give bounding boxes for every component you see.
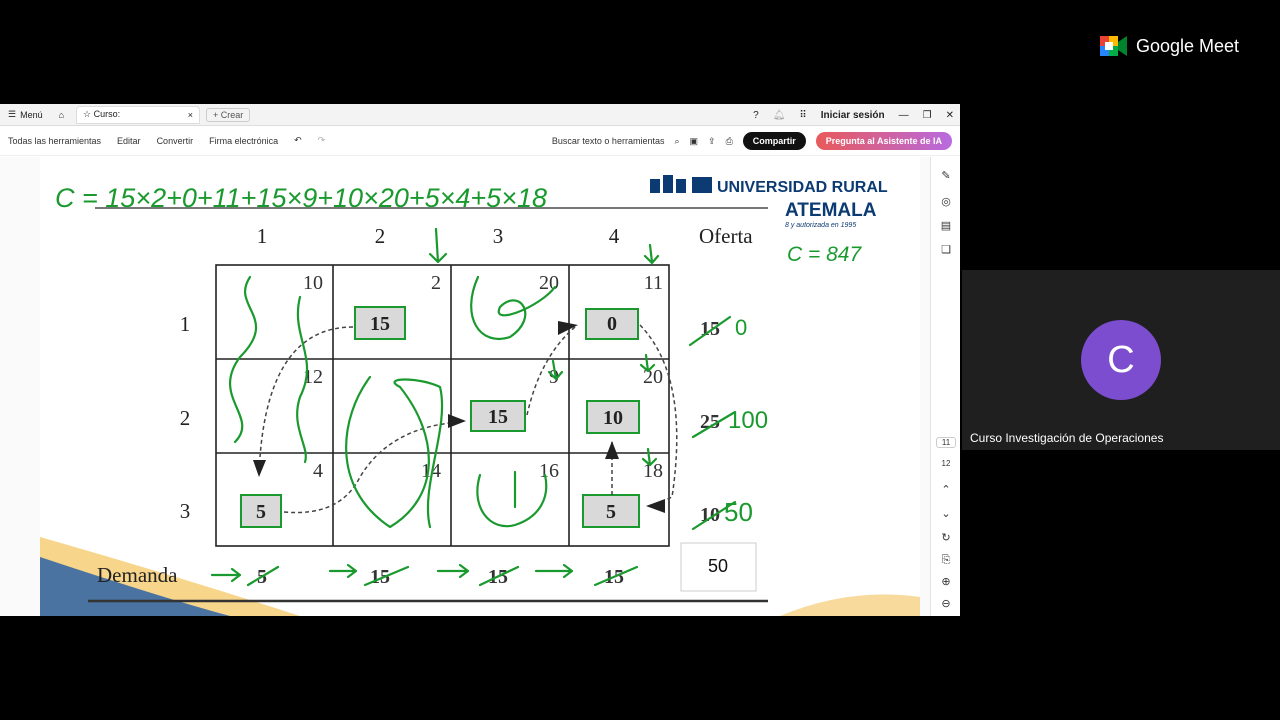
cost-cell: 10: [303, 272, 323, 294]
cost-cell: 16: [539, 460, 559, 482]
handwritten-total: C = 847: [787, 243, 862, 266]
alloc-value: 5: [256, 501, 266, 523]
cost-cell: 4: [313, 460, 323, 482]
share-button[interactable]: Compartir: [742, 132, 806, 150]
pages-icon[interactable]: ❏: [939, 243, 953, 257]
cost-cell: 11: [644, 272, 663, 294]
minimize-icon[interactable]: —: [899, 110, 909, 121]
demand-value: 15: [370, 566, 390, 588]
signin-link[interactable]: Iniciar sesión: [821, 110, 885, 121]
comment-icon[interactable]: ✎: [939, 169, 953, 183]
restore-icon[interactable]: ❐: [923, 110, 932, 121]
help-icon[interactable]: ?: [753, 110, 759, 121]
meet-camera-icon: [1100, 36, 1127, 56]
handwritten-supply: 100: [728, 407, 768, 434]
home-button[interactable]: ⌂: [51, 110, 72, 120]
home-icon: ⌂: [58, 109, 65, 120]
handwritten-supply: 50: [724, 497, 753, 527]
handwritten-supply: 0: [735, 315, 747, 340]
arrow-head: [605, 441, 619, 459]
redo-icon[interactable]: ↷: [310, 135, 334, 146]
row-header: 2: [180, 406, 191, 430]
star-icon: ☆: [83, 109, 92, 119]
tab-curso[interactable]: ☆ Curso: ×: [76, 105, 201, 124]
decor-wave-right: [780, 594, 920, 616]
row-header: 1: [180, 312, 191, 336]
document-area: UNIVERSIDAD RURAL ATEMALA 8 y autorizada…: [0, 157, 930, 616]
hamburger-icon: ☰: [8, 109, 17, 119]
arrow-head: [448, 414, 466, 428]
bookmark-icon[interactable]: ▤: [939, 219, 953, 233]
search-icon[interactable]: ⌕: [674, 136, 679, 147]
meet-logo: Google Meet: [1100, 34, 1239, 58]
meet-brand-text: Google Meet: [1136, 35, 1240, 56]
col-header: 3: [493, 224, 504, 248]
browser-tabbar: ☰ Menú ⌂ ☆ Curso: × + Crear ? 🔔︎ ⠿ Inicia…: [0, 104, 960, 126]
menu-button[interactable]: ☰ Menú: [0, 109, 51, 120]
university-name-2: ATEMALA: [785, 200, 877, 221]
close-tab-icon[interactable]: ×: [188, 110, 193, 120]
bell-icon[interactable]: 🔔︎: [773, 110, 786, 121]
oferta-header: Oferta: [699, 224, 753, 248]
save-icon[interactable]: ▣: [690, 136, 699, 147]
convert-button[interactable]: Convertir: [149, 136, 202, 146]
chevron-down-icon[interactable]: ⌄: [939, 507, 953, 521]
apps-icon[interactable]: ⠿: [799, 110, 806, 121]
col-header: 1: [257, 224, 268, 248]
cost-cell: 20: [539, 272, 559, 294]
alloc-value: 10: [603, 407, 623, 429]
upload-icon[interactable]: ⇪: [708, 136, 716, 147]
alloc-value: 5: [606, 501, 616, 523]
search-tools-field[interactable]: Buscar texto o herramientas: [552, 136, 665, 146]
refresh-icon[interactable]: ↻: [939, 531, 953, 545]
edit-button[interactable]: Editar: [109, 136, 149, 146]
undo-icon[interactable]: ↶: [286, 135, 310, 146]
university-name: UNIVERSIDAD RURAL: [717, 179, 888, 196]
col-header: 4: [609, 224, 620, 248]
print-icon[interactable]: ⎙: [726, 136, 733, 147]
shared-screen: ☰ Menú ⌂ ☆ Curso: × + Crear ? 🔔︎ ⠿ Inicia…: [0, 104, 960, 616]
new-tab-button[interactable]: + Crear: [206, 107, 251, 122]
row-header: 3: [180, 499, 191, 523]
alloc-value: 0: [607, 313, 617, 335]
alloc-value: 15: [488, 406, 508, 428]
total-value: 50: [708, 556, 728, 576]
cost-cell: 2: [431, 272, 441, 294]
arrow-head: [253, 460, 266, 477]
chevron-up-icon[interactable]: ⌃: [939, 483, 953, 497]
zoom-in-icon[interactable]: ⊕: [939, 575, 953, 589]
alloc-value: 15: [370, 313, 390, 335]
arrow-head: [646, 499, 665, 513]
right-tool-rail: ✎ ◎ ▤ ❏ 11 12 ⌃ ⌄ ↻ ⎘ ⊕ ⊖: [930, 157, 960, 616]
zoom-out-icon[interactable]: ⊖: [939, 597, 953, 611]
all-tools-button[interactable]: Todas las herramientas: [0, 136, 109, 146]
fit-page-icon[interactable]: ⎘: [939, 553, 953, 567]
layers-icon[interactable]: ◎: [939, 195, 953, 209]
pdf-toolbar: Todas las herramientas Editar Convertir …: [0, 126, 960, 156]
close-window-icon[interactable]: ✕: [946, 110, 954, 121]
col-header: 2: [375, 224, 386, 248]
avatar: C: [1081, 320, 1161, 400]
page-number-total: 12: [941, 459, 951, 468]
participant-name: Curso Investigación de Operaciones: [970, 431, 1164, 445]
slide-canvas: UNIVERSIDAD RURAL ATEMALA 8 y autorizada…: [40, 175, 920, 616]
page-number-current[interactable]: 11: [936, 437, 956, 448]
demanda-label: Demanda: [97, 563, 178, 587]
university-tagline: 8 y autorizada en 1995: [785, 222, 856, 229]
sign-button[interactable]: Firma electrónica: [201, 136, 286, 146]
university-logo: UNIVERSIDAD RURAL ATEMALA 8 y autorizada…: [650, 175, 888, 229]
ai-assistant-button[interactable]: Pregunta al Asistente de IA: [815, 132, 952, 150]
handwritten-formula: C = 15×2+0+11+15×9+10×20+5×4+5×18: [55, 183, 547, 213]
